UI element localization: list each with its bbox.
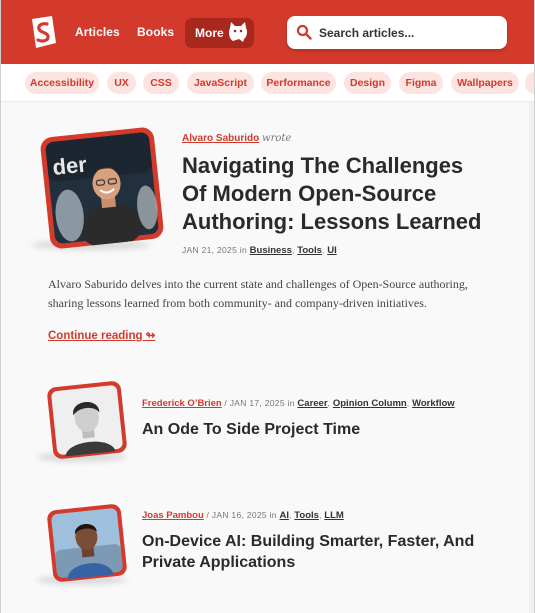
in-label: in (287, 398, 295, 408)
title-line: Of Modern Open-Source (182, 181, 437, 206)
wrote-label: wrote (262, 133, 292, 144)
category-link[interactable]: Business (250, 245, 292, 256)
article-date: JAN 16, 2025 (211, 510, 267, 520)
author-photo-joas[interactable] (46, 503, 128, 583)
excerpt-line: sharing lessons learned from both commun… (48, 296, 427, 310)
nav-articles[interactable]: Articles (75, 25, 120, 39)
continue-reading-link[interactable]: Continue reading ↬ (48, 328, 155, 342)
search-icon (296, 24, 312, 40)
tag-bar: Accessibility UX CSS JavaScript Performa… (1, 64, 534, 102)
author-photo-image (51, 508, 123, 580)
tag-css[interactable]: CSS (143, 72, 179, 94)
author-photo-image: der (45, 132, 159, 249)
tag-javascript[interactable]: JavaScript (187, 72, 254, 94)
title-line: Navigating The Challenges (182, 153, 464, 178)
category-link[interactable]: Opinion Column (333, 398, 407, 409)
category-link[interactable]: Workflow (412, 398, 455, 409)
separator: / (224, 398, 228, 408)
author-link[interactable]: Frederick O’Brien (142, 398, 222, 409)
tag-design[interactable]: Design (344, 72, 391, 94)
title-line: Authoring: Lessons Learned (182, 209, 482, 234)
search-box[interactable] (287, 16, 507, 49)
category-link[interactable]: Tools (294, 510, 319, 521)
author-photo-image (51, 385, 123, 457)
article-1-title[interactable]: Navigating The Challenges Of Modern Open… (182, 152, 512, 236)
author-photo-alvaro[interactable]: der (39, 126, 165, 250)
page: Articles Books More Accessibility UX CSS… (0, 0, 535, 613)
tag-figma[interactable]: Figma (399, 72, 443, 94)
excerpt-line: Alvaro Saburido delves into the current … (48, 277, 468, 291)
smashing-logo-icon[interactable] (28, 15, 58, 49)
author-link[interactable]: Alvaro Saburido (182, 133, 259, 144)
category-link[interactable]: AI (279, 510, 289, 521)
tag-accessibility[interactable]: Accessibility (25, 72, 99, 94)
site-header: Articles Books More (1, 0, 534, 64)
category-link[interactable]: UI (327, 245, 337, 256)
tag-overflow[interactable] (525, 72, 534, 94)
article-2-title[interactable]: An Ode To Side Project Time (142, 420, 360, 440)
photo-text: der (51, 151, 88, 179)
title-line: On-Device AI: Building Smarter, Faster, … (142, 533, 475, 550)
nav-books[interactable]: Books (137, 25, 174, 39)
in-label: in (269, 510, 277, 520)
tag-ux[interactable]: UX (107, 72, 136, 94)
article-3-title[interactable]: On-Device AI: Building Smarter, Faster, … (142, 531, 522, 573)
scrollbar[interactable] (529, 102, 534, 613)
category-link[interactable]: LLM (324, 510, 344, 521)
category-link[interactable]: Tools (297, 245, 322, 256)
in-label: in (239, 245, 247, 255)
article-1-meta: JAN 21, 2025 in Business, Tools, UI (182, 245, 337, 256)
article-2-meta: Frederick O’Brien / JAN 17, 2025 in Care… (142, 398, 455, 409)
article-3-meta: Joas Pambou / JAN 16, 2025 in AI, Tools,… (142, 510, 344, 521)
article-date: JAN 21, 2025 (182, 245, 238, 255)
article-date: JAN 17, 2025 (229, 398, 285, 408)
tag-performance[interactable]: Performance (261, 72, 336, 94)
author-photo-frederick[interactable] (46, 380, 128, 460)
category-link[interactable]: Career (297, 398, 327, 409)
article-1-excerpt: Alvaro Saburido delves into the current … (48, 275, 488, 313)
search-input[interactable] (319, 16, 499, 49)
cat-mascot-icon (229, 22, 248, 42)
separator: / (206, 510, 210, 520)
more-label: More (195, 26, 224, 40)
tag-wallpapers[interactable]: Wallpapers (451, 72, 519, 94)
article-1-byline: Alvaro Saburido wrote (182, 133, 291, 144)
author-link[interactable]: Joas Pambou (142, 510, 204, 521)
title-line: Private Applications (142, 554, 296, 571)
